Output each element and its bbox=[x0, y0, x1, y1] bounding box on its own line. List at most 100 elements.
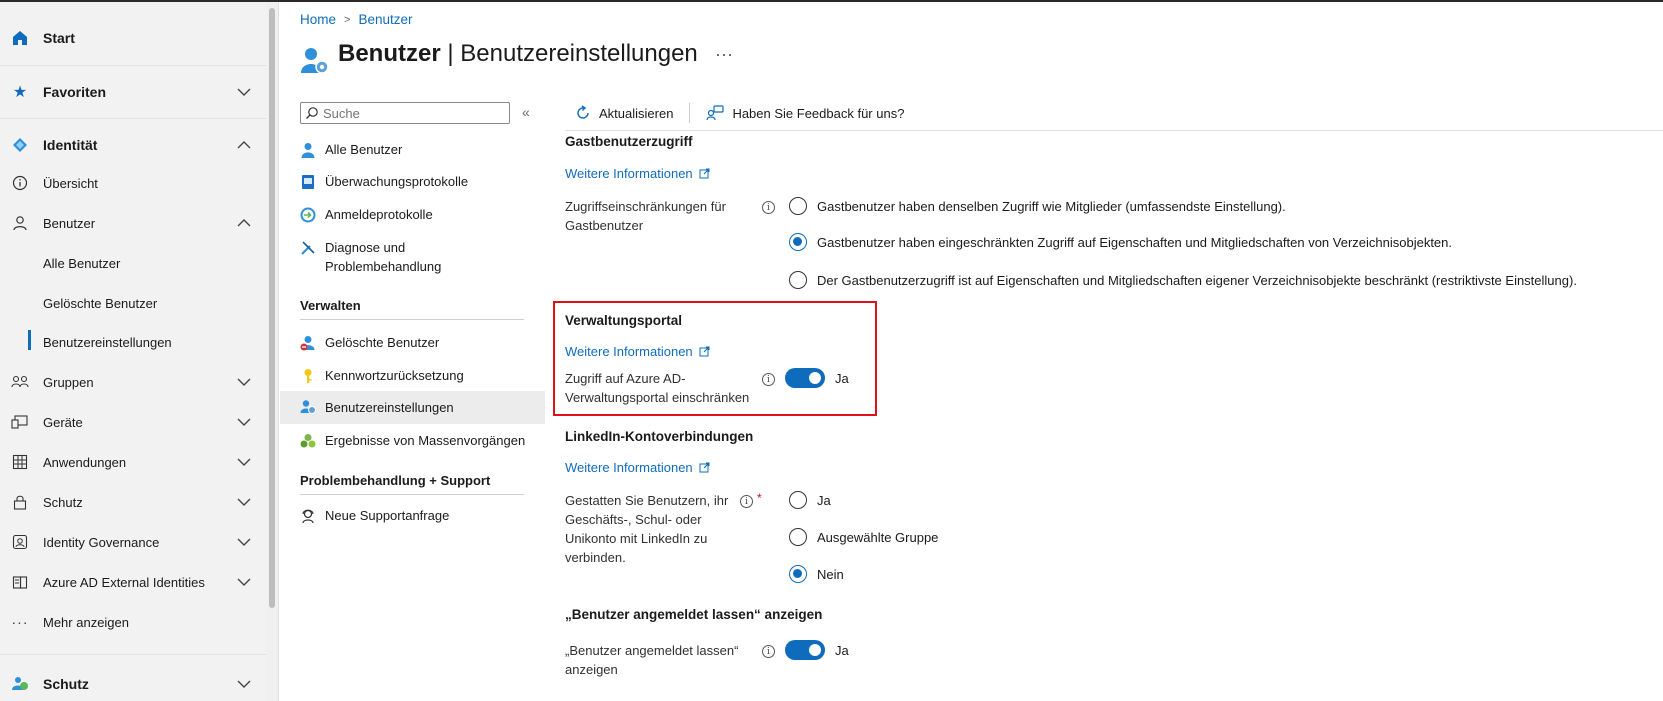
portal-restrict-label-line2: Verwaltungsportal einschränken bbox=[565, 390, 750, 405]
nav-start[interactable]: Start bbox=[0, 26, 266, 50]
feedback-icon bbox=[706, 105, 725, 121]
breadcrumb-benutzer[interactable]: Benutzer bbox=[358, 12, 412, 27]
page-title: Benutzer | Benutzereinstellungen bbox=[338, 40, 698, 68]
portal-more-info-link[interactable]: Weitere Informationen bbox=[565, 344, 710, 359]
linkedin-label-line4: verbinden. bbox=[565, 550, 626, 565]
radio-button-selected[interactable] bbox=[789, 233, 807, 251]
user-settings-icon bbox=[300, 400, 316, 414]
nav-benutzereinstellungen[interactable]: Benutzereinstellungen bbox=[0, 331, 266, 353]
nav-mehr-anzeigen[interactable]: ··· Mehr anzeigen bbox=[0, 611, 266, 633]
feedback-button[interactable]: Haben Sie Feedback für uns? bbox=[696, 105, 914, 121]
chevron-up-icon[interactable] bbox=[236, 137, 252, 153]
guest-option-2[interactable]: Gastbenutzer haben eingeschränkten Zugri… bbox=[789, 233, 1452, 251]
info-icon[interactable]: i bbox=[762, 201, 775, 214]
search-input[interactable] bbox=[323, 105, 503, 121]
menu-neue-supportanfrage[interactable]: Neue Supportanfrage bbox=[280, 506, 545, 528]
chevron-down-icon[interactable] bbox=[236, 414, 252, 430]
lock-icon bbox=[11, 493, 29, 511]
scrollbar-thumb[interactable] bbox=[269, 8, 275, 608]
nav-alle-benutzer[interactable]: Alle Benutzer bbox=[0, 252, 266, 274]
radio-button[interactable] bbox=[789, 491, 807, 509]
person-icon bbox=[11, 214, 29, 232]
wrench-icon bbox=[301, 241, 315, 255]
feedback-label: Haben Sie Feedback für uns? bbox=[732, 105, 905, 121]
audit-log-icon bbox=[302, 175, 314, 189]
linkedin-more-info-link[interactable]: Weitere Informationen bbox=[565, 460, 710, 475]
nav-schutz-section[interactable]: Schutz bbox=[0, 672, 266, 696]
radio-button-selected[interactable] bbox=[789, 565, 807, 583]
linkedin-option-nein[interactable]: Nein bbox=[789, 565, 844, 583]
nav-schutz[interactable]: Schutz bbox=[0, 491, 266, 513]
chevron-up-icon[interactable] bbox=[236, 215, 252, 231]
breadcrumb-home[interactable]: Home bbox=[300, 12, 336, 27]
info-icon[interactable]: i bbox=[762, 645, 775, 658]
info-icon[interactable]: i bbox=[740, 495, 753, 508]
toggle-switch[interactable] bbox=[785, 640, 825, 660]
devices-icon bbox=[11, 413, 29, 431]
nav-identitaet[interactable]: Identität bbox=[0, 133, 266, 157]
toolbar-divider bbox=[689, 103, 691, 123]
menu-massenvorgaenge[interactable]: Ergebnisse von Massenvorgängen bbox=[280, 431, 545, 453]
left-navigation: Start ★ Favoriten Identität Übersicht Be… bbox=[0, 2, 266, 701]
more-dots-icon: ··· bbox=[11, 614, 29, 630]
radio-button[interactable] bbox=[789, 271, 807, 289]
chevron-down-icon[interactable] bbox=[236, 534, 252, 550]
nav-geloeschte-benutzer[interactable]: Gelöschte Benutzer bbox=[0, 292, 266, 314]
info-icon[interactable]: i bbox=[762, 373, 775, 386]
nav-identity-governance[interactable]: Identity Governance bbox=[0, 531, 266, 553]
nav-external-identities[interactable]: Azure AD External Identities bbox=[0, 571, 266, 593]
page-title-rest: Benutzereinstellungen bbox=[460, 40, 698, 67]
chevron-down-icon[interactable] bbox=[236, 676, 252, 692]
user-settings-icon bbox=[300, 46, 330, 76]
collapse-menu-button[interactable]: « bbox=[522, 104, 530, 120]
chevron-down-icon[interactable] bbox=[236, 454, 252, 470]
menu-benutzereinstellungen[interactable]: Benutzereinstellungen bbox=[280, 391, 545, 424]
radio-button[interactable] bbox=[789, 528, 807, 546]
external-identities-icon bbox=[11, 573, 29, 591]
radio-button[interactable] bbox=[789, 197, 807, 215]
toggle-switch[interactable] bbox=[785, 368, 825, 388]
nav-divider bbox=[0, 65, 266, 66]
guest-option-1[interactable]: Gastbenutzer haben denselben Zugriff wie… bbox=[789, 197, 1286, 215]
menu-anmeldeprotokolle[interactable]: Anmeldeprotokolle bbox=[280, 205, 545, 227]
guest-option-2-label: Gastbenutzer haben eingeschränkten Zugri… bbox=[817, 234, 1453, 250]
chevron-down-icon[interactable] bbox=[236, 374, 252, 390]
menu-diagnose[interactable]: Diagnose und Problembehandlung bbox=[280, 238, 545, 278]
chevron-down-icon[interactable] bbox=[236, 494, 252, 510]
linkedin-option-ja[interactable]: Ja bbox=[789, 491, 831, 509]
stay-signed-in-toggle-label: Ja bbox=[835, 642, 849, 658]
portal-restrict-toggle[interactable]: Ja bbox=[785, 368, 849, 388]
stay-signed-in-toggle[interactable]: Ja bbox=[785, 640, 849, 660]
chevron-down-icon[interactable] bbox=[236, 574, 252, 590]
menu-geloeschte-benutzer[interactable]: Gelöschte Benutzer bbox=[280, 333, 545, 355]
more-actions-button[interactable]: ··· bbox=[715, 44, 733, 65]
portal-more-info-label: Weitere Informationen bbox=[565, 344, 693, 359]
menu-alle-benutzer[interactable]: Alle Benutzer bbox=[280, 140, 545, 162]
group-icon bbox=[11, 373, 29, 391]
portal-toggle-label: Ja bbox=[835, 370, 849, 386]
nav-uebersicht[interactable]: Übersicht bbox=[0, 172, 266, 194]
governance-icon bbox=[11, 533, 29, 551]
nav-anwendungen[interactable]: Anwendungen bbox=[0, 451, 266, 473]
nav-gruppen[interactable]: Gruppen bbox=[0, 371, 266, 393]
menu-kennwortzuruecksetzung[interactable]: Kennwortzurücksetzung bbox=[280, 366, 545, 388]
guest-option-3[interactable]: Der Gastbenutzerzugriff ist auf Eigensch… bbox=[789, 271, 1577, 289]
deleted-user-icon bbox=[300, 336, 315, 351]
nav-geraete[interactable]: Geräte bbox=[0, 411, 266, 433]
menu-search[interactable] bbox=[300, 102, 510, 124]
nav-scrollbar[interactable] bbox=[266, 2, 279, 701]
section-title-guest: Gastbenutzerzugriff bbox=[565, 134, 693, 149]
linkedin-allow-label: Gestatten Sie Benutzern, ihr Geschäfts-,… bbox=[565, 491, 728, 567]
nav-divider bbox=[0, 654, 266, 655]
linkedin-label-line1: Gestatten Sie Benutzern, ihr bbox=[565, 493, 729, 508]
signin-log-icon bbox=[300, 207, 316, 223]
linkedin-label-line2: Geschäfts-, Schul- oder bbox=[565, 512, 702, 527]
refresh-button[interactable]: Aktualisieren bbox=[565, 105, 683, 121]
menu-ueberwachungsprotokolle[interactable]: Überwachungsprotokolle bbox=[280, 172, 545, 194]
linkedin-option-gruppe[interactable]: Ausgewählte Gruppe bbox=[789, 528, 938, 546]
guest-more-info-link[interactable]: Weitere Informationen bbox=[565, 166, 710, 181]
nav-benutzer[interactable]: Benutzer bbox=[0, 212, 266, 234]
menu-section-verwalten: Verwalten bbox=[300, 298, 361, 313]
chevron-down-icon[interactable] bbox=[236, 84, 252, 100]
nav-favoriten[interactable]: ★ Favoriten bbox=[0, 80, 266, 104]
